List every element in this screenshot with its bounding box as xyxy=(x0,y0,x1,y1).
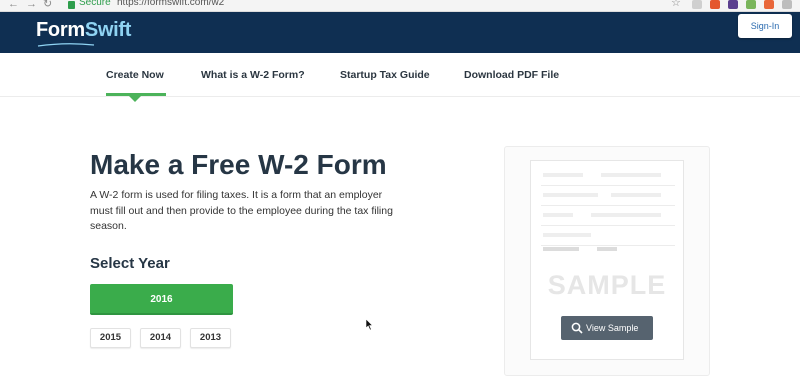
extension-icon[interactable] xyxy=(692,0,702,9)
mouse-cursor-icon xyxy=(365,318,374,331)
year-button-2013[interactable]: 2013 xyxy=(190,328,231,348)
forward-icon[interactable]: → xyxy=(26,0,37,10)
sign-in-button[interactable]: Sign-In xyxy=(738,14,792,38)
formswift-logo[interactable]: FormSwift xyxy=(36,18,131,42)
bookmark-star-icon[interactable]: ☆ xyxy=(671,0,681,9)
extension-icon[interactable] xyxy=(728,0,738,9)
page-description: A W-2 form is used for filing taxes. It … xyxy=(90,189,393,232)
extension-icon[interactable] xyxy=(746,0,756,9)
logo-swoosh-icon xyxy=(37,43,95,47)
nav-item-create-now[interactable]: Create Now xyxy=(106,69,164,81)
year-button-2015[interactable]: 2015 xyxy=(90,328,131,348)
address-bar[interactable]: https://formswift.com/w2 xyxy=(117,0,224,9)
extension-icon[interactable] xyxy=(710,0,720,9)
lock-icon xyxy=(68,1,75,9)
page-title: Make a Free W-2 Form xyxy=(90,149,387,180)
reload-icon[interactable]: ↻ xyxy=(43,0,52,10)
year-button-2016[interactable]: 2016 xyxy=(90,284,233,315)
view-sample-label: View Sample xyxy=(586,323,639,333)
main-nav: Create Now What is a W-2 Form? Startup T… xyxy=(0,53,800,102)
active-nav-caret-icon xyxy=(129,96,141,102)
select-year-heading: Select Year xyxy=(90,255,170,272)
browser-toolbar: ← → ↻ Secure https://formswift.com/w2 ☆ xyxy=(0,0,800,12)
year-button-2014[interactable]: 2014 xyxy=(140,328,181,348)
magnifier-icon xyxy=(571,322,583,334)
logo-text-form: Form xyxy=(36,19,85,41)
view-sample-button[interactable]: View Sample xyxy=(561,316,653,340)
nav-item-download-pdf[interactable]: Download PDF File xyxy=(464,69,559,81)
secure-label: Secure xyxy=(79,0,111,8)
back-icon[interactable]: ← xyxy=(8,0,19,10)
nav-item-startup-tax-guide[interactable]: Startup Tax Guide xyxy=(340,69,430,81)
site-header: FormSwift Sign-In xyxy=(0,12,800,53)
extension-icon[interactable] xyxy=(764,0,774,9)
logo-text-swift: Swift xyxy=(84,19,132,41)
nav-item-what-is-w2[interactable]: What is a W-2 Form? xyxy=(201,69,305,81)
extension-icon[interactable] xyxy=(782,0,792,9)
sample-watermark: SAMPLE xyxy=(547,270,667,300)
